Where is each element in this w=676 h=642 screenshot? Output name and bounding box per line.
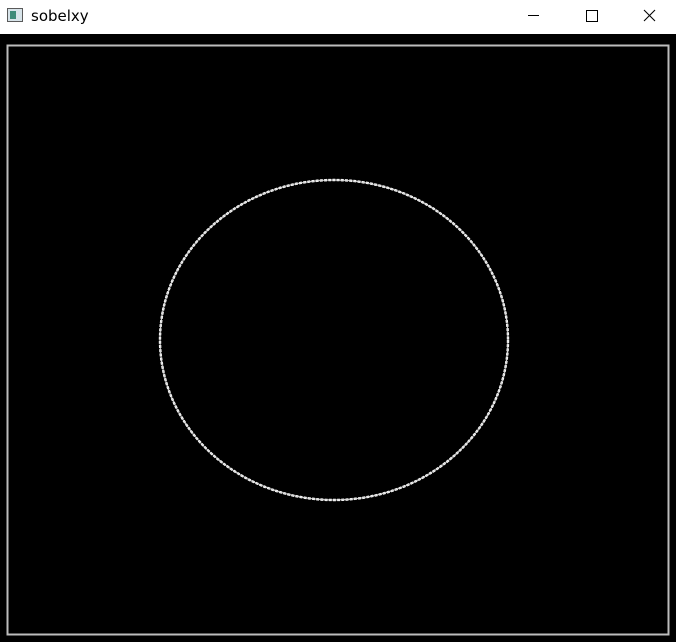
title-bar[interactable]: sobelxy: [0, 0, 676, 34]
window-icon-pane: [10, 11, 16, 19]
image-border: [6, 44, 670, 636]
minimize-icon: [528, 15, 539, 16]
circle-edge-inner: [159, 179, 509, 501]
maximize-button[interactable]: [562, 0, 620, 32]
window-icon[interactable]: [7, 8, 23, 22]
sobel-image: [6, 44, 670, 636]
circle-edge: [158, 178, 510, 502]
app-window: sobelxy: [0, 0, 676, 642]
maximize-icon: [586, 10, 598, 22]
window-title: sobelxy: [31, 7, 89, 25]
close-icon: [643, 9, 656, 22]
close-button[interactable]: [620, 0, 676, 32]
image-view: [0, 34, 676, 642]
minimize-button[interactable]: [504, 0, 562, 32]
